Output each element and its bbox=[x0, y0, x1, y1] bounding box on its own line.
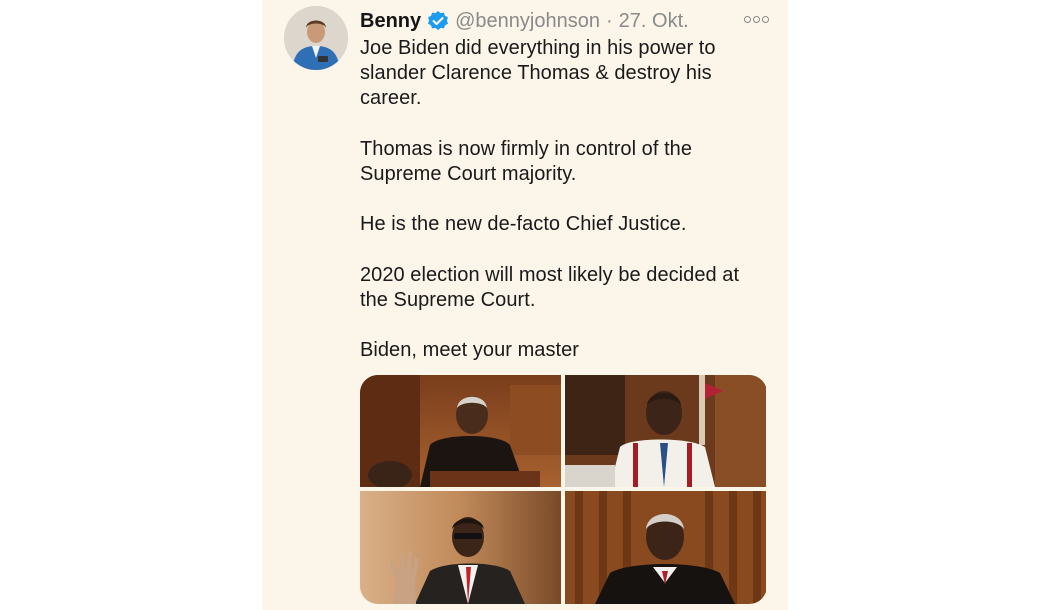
author-handle[interactable]: @bennyjohnson bbox=[455, 10, 600, 33]
avatar-image bbox=[284, 6, 348, 70]
tweet-header: Benny @bennyjohnson · 27. Okt. bbox=[360, 8, 689, 34]
tweet-media-grid bbox=[360, 375, 767, 604]
header-separator: · bbox=[605, 9, 613, 32]
tweet-text: Joe Biden did everything in his power to… bbox=[360, 36, 770, 364]
tweet-paragraph: 2020 election will most likely be decide… bbox=[360, 263, 740, 311]
tweet-paragraph: Biden, meet your master bbox=[360, 339, 580, 362]
photo-man-in-office[interactable] bbox=[565, 375, 766, 487]
photo-judge-at-bench[interactable] bbox=[360, 375, 561, 487]
tweet-card[interactable]: Benny @bennyjohnson · 27. Okt. Joe Biden… bbox=[262, 0, 788, 610]
more-options-icon[interactable] bbox=[744, 12, 769, 26]
tweet-paragraph: He is the new de-facto Chief Justice. bbox=[360, 213, 687, 236]
verified-badge-icon bbox=[427, 10, 449, 32]
photo-judge-portrait[interactable] bbox=[565, 491, 766, 604]
tweet-paragraph: Joe Biden did everything in his power to… bbox=[360, 37, 716, 110]
tweet-date[interactable]: 27. Okt. bbox=[619, 10, 689, 33]
tweet-paragraph: Thomas is now firmly in control of the S… bbox=[360, 137, 693, 185]
photo-man-taking-oath[interactable] bbox=[360, 491, 561, 604]
author-avatar[interactable] bbox=[284, 6, 348, 70]
author-name[interactable]: Benny bbox=[360, 10, 421, 33]
